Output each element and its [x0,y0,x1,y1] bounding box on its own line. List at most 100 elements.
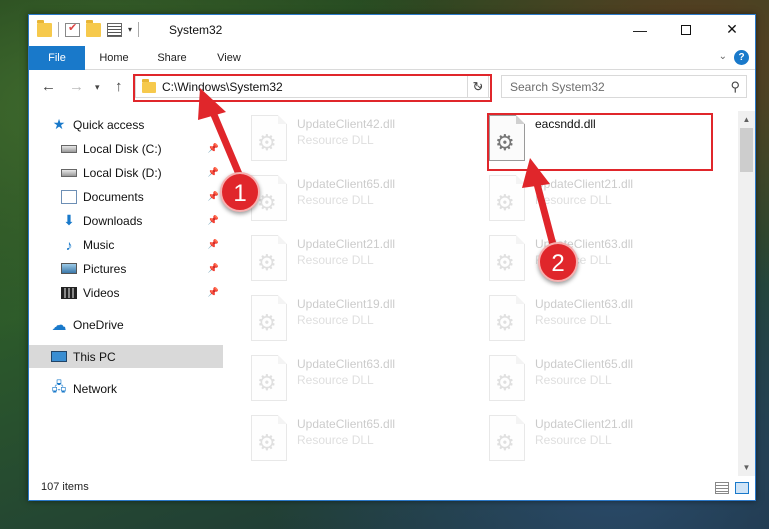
file-name: UpdateClient63.dll [535,297,634,311]
dll-file-icon: ⚙ [251,355,287,401]
sidebar-item-label: Local Disk (D:) [83,165,162,180]
expand-ribbon-icon[interactable]: ⌄ [719,51,727,62]
pin-icon[interactable]: 📌 [208,239,219,250]
step-1-badge: 1 [220,172,260,212]
minimize-button[interactable]: — [617,15,663,44]
vertical-scrollbar[interactable]: ▲ ▼ [738,111,755,476]
address-bar-highlight [133,74,492,102]
pin-icon[interactable]: 📌 [208,191,219,202]
sidebar-item-documents[interactable]: Documents 📌 [29,185,223,208]
sidebar-item-label: OneDrive [73,317,124,332]
pin-icon[interactable]: 📌 [208,215,219,226]
tab-home[interactable]: Home [91,46,137,70]
file-name: UpdateClient21.dll [535,417,634,431]
tab-share[interactable]: Share [147,46,197,70]
file-item[interactable]: ⚙ UpdateClient21.dll Resource DLL [463,171,683,227]
dll-file-icon: ⚙ [489,175,525,221]
pin-icon[interactable]: 📌 [208,263,219,274]
help-icon[interactable]: ? [734,50,749,65]
gear-icon: ⚙ [257,130,277,155]
file-item[interactable]: ⚙ UpdateClient21.dll Resource DLL [463,411,683,467]
sidebar-item-label: Network [73,381,118,396]
pin-icon[interactable]: 📌 [208,143,219,154]
back-arrow-icon[interactable]: ← [41,78,56,95]
sidebar-item-local-disk-c[interactable]: Local Disk (C:) 📌 [29,137,223,160]
sidebar-item-this-pc[interactable]: This PC [29,345,223,368]
dll-file-icon: ⚙ [489,415,525,461]
sidebar-item-label: Music [83,237,115,252]
gear-icon: ⚙ [495,430,515,455]
star-icon: ★ [52,116,66,132]
file-type: Resource DLL [535,433,612,447]
file-item[interactable]: ⚙ UpdateClient21.dll Resource DLL [225,231,445,287]
file-item[interactable]: ⚙ UpdateClient63.dll Resource DLL [225,351,445,407]
sidebar-item-quick-access[interactable]: ★ Quick access [29,113,223,136]
divider [58,22,59,37]
properties-check-icon[interactable] [65,21,80,37]
sidebar-item-music[interactable]: ♪ Music 📌 [29,233,223,256]
gear-icon: ⚙ [495,370,515,395]
dll-file-icon: ⚙ [251,235,287,281]
network-icon: 🖧 [51,378,67,394]
chevron-down-icon[interactable]: ▾ [128,25,132,34]
documents-icon [61,189,77,204]
sidebar-item-network[interactable]: 🖧 Network [29,377,223,400]
customize-toolbar-icon[interactable] [107,22,122,37]
file-item[interactable]: ⚙ UpdateClient19.dll Resource DLL [225,291,445,347]
file-name: UpdateClient21.dll [297,237,396,251]
sidebar-item-downloads[interactable]: ⬇ Downloads 📌 [29,209,223,232]
dll-file-icon: ⚙ [251,115,287,161]
details-view-icon[interactable] [715,482,729,494]
this-pc-icon [51,351,67,362]
tab-file[interactable]: File [29,46,85,70]
sidebar-item-label: Local Disk (C:) [83,141,162,156]
sidebar-item-local-disk-d[interactable]: Local Disk (D:) 📌 [29,161,223,184]
maximize-icon [681,24,691,35]
forward-arrow-icon[interactable]: → [69,78,84,95]
large-icons-view-icon[interactable] [735,482,749,494]
sidebar-item-onedrive[interactable]: ☁ OneDrive [29,313,223,336]
file-item[interactable]: ⚙ UpdateClient63.dll Resource DLL [463,291,683,347]
up-arrow-icon[interactable]: ↑ [115,78,123,95]
gear-icon: ⚙ [257,310,277,335]
step-2-badge: 2 [538,242,578,282]
file-item[interactable]: ⚙ UpdateClient65.dll Resource DLL [463,351,683,407]
pin-icon[interactable]: 📌 [208,287,219,298]
file-type: Resource DLL [535,373,612,387]
gear-icon: ⚙ [257,190,277,215]
search-input[interactable]: Search System32 ⚲ [501,75,747,98]
maximize-button[interactable] [663,15,709,44]
file-name: UpdateClient65.dll [297,177,396,191]
file-name: UpdateClient63.dll [297,357,396,371]
status-bar: 107 items [29,476,755,500]
dll-file-icon: ⚙ [489,355,525,401]
recent-locations-icon[interactable]: ▾ [95,82,100,93]
scrollbar-thumb[interactable] [740,128,753,172]
file-name: UpdateClient19.dll [297,297,396,311]
file-item[interactable]: ⚙ UpdateClient42.dll Resource DLL [225,111,445,167]
item-count: 107 items [41,481,89,493]
sidebar-item-videos[interactable]: Videos 📌 [29,281,223,304]
close-button[interactable]: ✕ [709,15,755,44]
sidebar-item-pictures[interactable]: Pictures 📌 [29,257,223,280]
dll-file-icon: ⚙ [489,295,525,341]
new-folder-icon[interactable] [86,19,101,37]
divider [138,22,140,37]
music-icon: ♪ [65,236,73,253]
scroll-down-icon[interactable]: ▼ [738,459,755,476]
file-name: UpdateClient65.dll [297,417,396,431]
dll-file-icon: ⚙ [251,415,287,461]
ribbon-tabs: File Home Share View ⌄ ? [29,46,755,70]
gear-icon: ⚙ [495,190,515,215]
pin-icon[interactable]: 📌 [208,167,219,178]
sidebar-item-label: Pictures [83,261,127,276]
gear-icon: ⚙ [257,370,277,395]
file-type: Resource DLL [297,253,374,267]
scroll-up-icon[interactable]: ▲ [738,111,755,128]
sidebar-item-label: Quick access [73,117,145,132]
sidebar-item-label: This PC [73,349,116,364]
file-type: Resource DLL [297,133,374,147]
tab-view[interactable]: View [207,46,251,70]
file-item[interactable]: ⚙ UpdateClient65.dll Resource DLL [225,411,445,467]
file-type: Resource DLL [535,313,612,327]
